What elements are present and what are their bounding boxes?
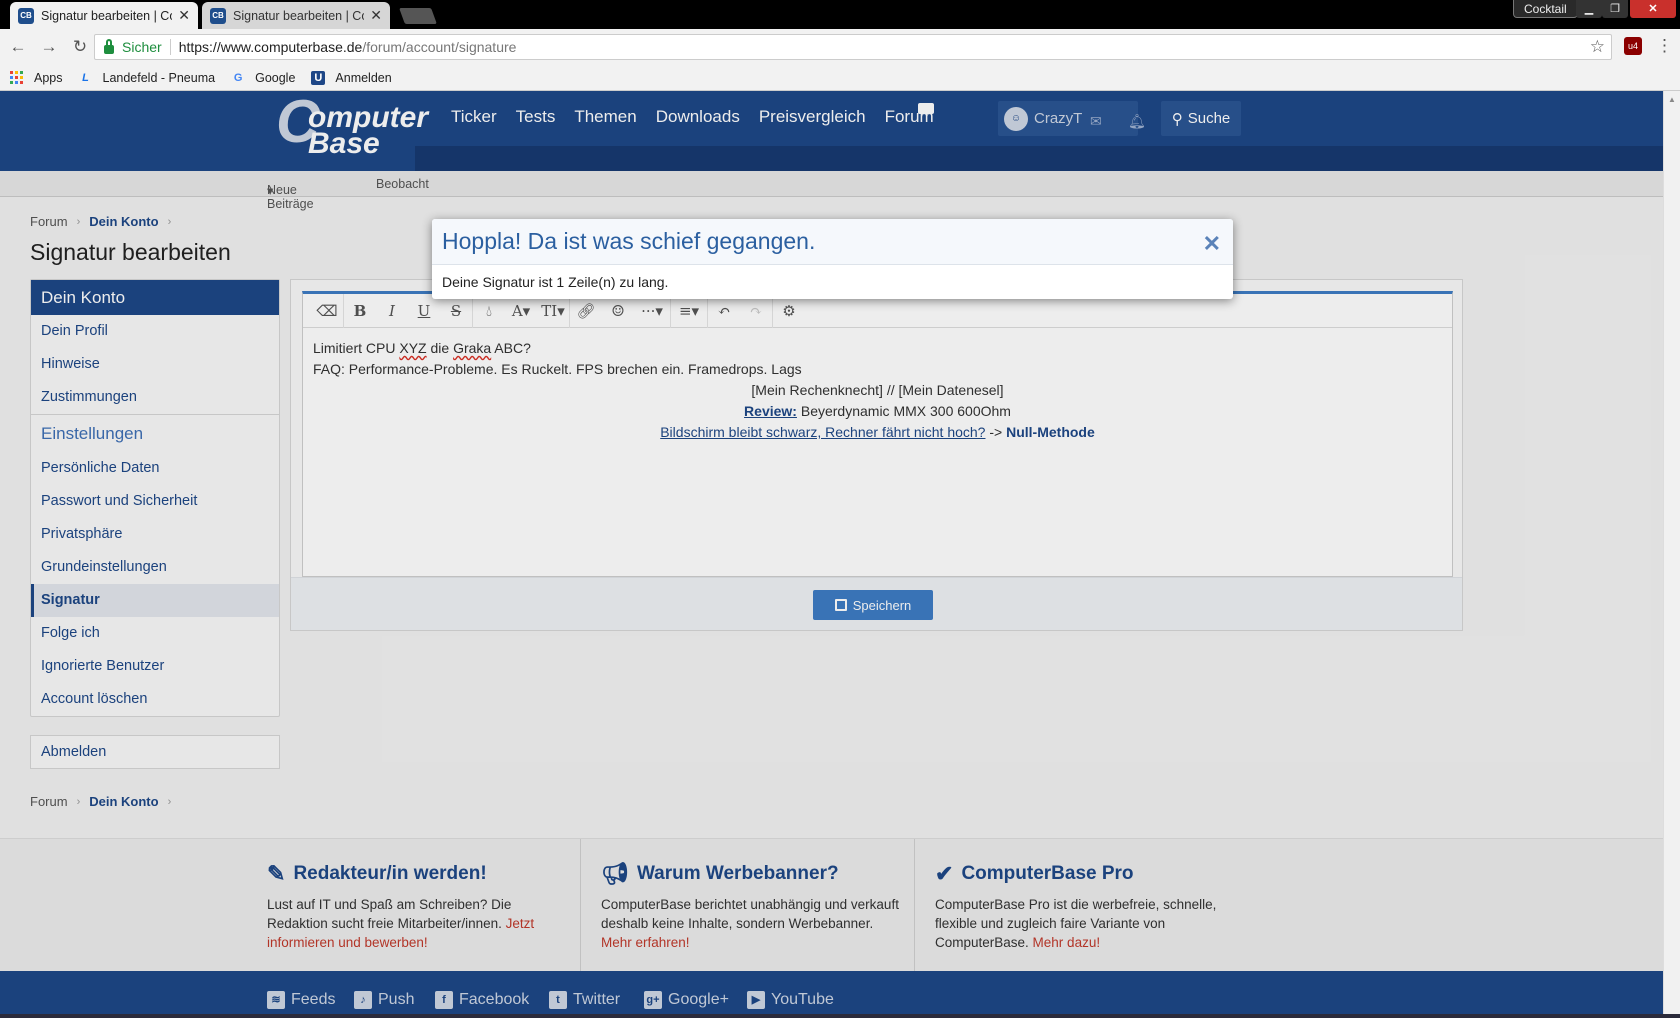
modal-title: Hoppla! Da ist was schief gegangen. bbox=[442, 228, 816, 254]
profile-button[interactable]: Cocktail bbox=[1513, 0, 1578, 18]
error-modal: Hoppla! Da ist was schief gegangen. ✕ De… bbox=[432, 219, 1233, 299]
new-tab-button[interactable] bbox=[399, 8, 437, 24]
page-scrollbar[interactable]: ▲ bbox=[1663, 91, 1680, 1018]
lock-icon bbox=[104, 38, 114, 54]
bookmark-anmelden[interactable]: U Anmelden bbox=[311, 70, 392, 85]
bookmark-label: Apps bbox=[34, 70, 63, 85]
modal-message: Deine Signatur ist 1 Zeile(n) zu lang. bbox=[442, 274, 669, 290]
address-bar[interactable]: Sicher https://www.computerbase.de/forum… bbox=[94, 34, 1612, 60]
restore-icon[interactable]: ❐ bbox=[1602, 0, 1628, 18]
bookmark-label: Landefeld - Pneuma bbox=[102, 70, 216, 85]
modal-header: Hoppla! Da ist was schief gegangen. bbox=[432, 219, 1233, 265]
browser-tabbar: CB Signatur bearbeiten | Cor ✕ CB Signat… bbox=[0, 0, 1680, 29]
minimize-icon[interactable]: ▁ bbox=[1576, 0, 1602, 18]
bookmark-label: Anmelden bbox=[335, 70, 392, 85]
scroll-up-icon[interactable]: ▲ bbox=[1668, 95, 1676, 104]
bookmark-label: Google bbox=[255, 70, 296, 85]
browser-menu-icon[interactable]: ⋮ bbox=[1656, 36, 1673, 56]
forward-icon[interactable]: → bbox=[36, 34, 62, 60]
url-host: https://www.computerbase.de bbox=[178, 39, 363, 55]
tab-title: Signatur bearbeiten | Cor bbox=[41, 8, 173, 23]
bookmarks-bar: Apps L Landefeld - Pneuma G Google U Anm… bbox=[0, 65, 1680, 91]
close-icon[interactable]: ✕ bbox=[1203, 231, 1221, 257]
bookmark-landefeld[interactable]: L Landefeld - Pneuma bbox=[79, 70, 216, 85]
browser-navbar: ← → ↻ Sicher https://www.computerbase.de… bbox=[0, 29, 1680, 65]
tab-title: Signatur bearbeiten | Cor bbox=[233, 8, 365, 23]
close-window-icon[interactable]: ✕ bbox=[1630, 0, 1676, 18]
url-path: /forum/account/signature bbox=[362, 39, 517, 55]
reload-icon[interactable]: ↻ bbox=[67, 34, 93, 60]
google-icon: G bbox=[233, 71, 243, 84]
ublock-extension-icon[interactable]: u4 bbox=[1624, 37, 1642, 55]
computerbase-favicon-icon: CB bbox=[18, 7, 34, 24]
tab-close-icon[interactable]: ✕ bbox=[178, 7, 190, 24]
browser-tab[interactable]: CB Signatur bearbeiten | Cor ✕ bbox=[202, 2, 390, 29]
browser-tab-active[interactable]: CB Signatur bearbeiten | Cor ✕ bbox=[10, 2, 198, 29]
landefeld-icon: L bbox=[82, 71, 89, 84]
divider bbox=[169, 39, 171, 55]
secure-label: Sicher bbox=[122, 39, 162, 55]
apps-grid-icon bbox=[10, 71, 23, 84]
anmelden-icon: U bbox=[311, 70, 326, 85]
bookmark-star-icon[interactable]: ☆ bbox=[1590, 37, 1605, 57]
tab-close-icon[interactable]: ✕ bbox=[370, 7, 382, 24]
page: C omputer Base Ticker Tests Themen Downl… bbox=[0, 91, 1680, 1018]
extension-badge: 4 bbox=[1633, 41, 1639, 51]
computerbase-favicon-icon: CB bbox=[210, 7, 226, 24]
os-taskbar bbox=[0, 1014, 1680, 1018]
bookmark-google[interactable]: G Google bbox=[231, 70, 296, 85]
bookmark-apps[interactable]: Apps bbox=[10, 71, 63, 85]
back-icon[interactable]: ← bbox=[5, 34, 31, 60]
